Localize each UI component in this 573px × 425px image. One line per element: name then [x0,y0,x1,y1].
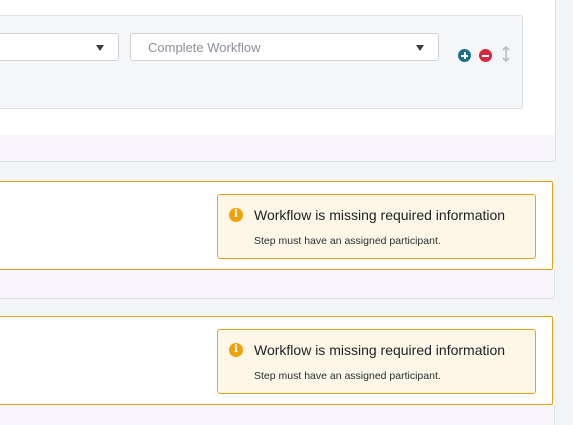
next-step-select[interactable]: Complete Workflow [130,33,439,61]
alert-message: Step must have an assigned participant. [254,235,441,247]
alert-message: Step must have an assigned participant. [254,370,441,382]
alert-title: Workflow is missing required information [254,342,506,358]
chevron-down-icon [416,45,424,51]
next-step-select-value: Complete Workflow [148,40,261,55]
info-icon: i [229,208,243,222]
vertical-resize-icon[interactable] [500,45,512,63]
chevron-down-icon [96,45,104,51]
remove-transition-button[interactable] [479,49,492,62]
validation-alert: i Workflow is missing required informati… [217,329,536,394]
validation-alert: i Workflow is missing required informati… [217,194,536,259]
add-transition-button[interactable] [458,49,471,62]
info-icon: i [229,343,243,357]
step-row-footer [0,405,555,425]
step-row-footer [0,270,555,299]
step-card-footer [0,135,556,162]
condition-select[interactable] [0,33,119,61]
transition-rule-box: Complete Workflow [0,15,523,109]
alert-title: Workflow is missing required information [254,207,506,223]
workflow-step-card: Complete Workflow [0,0,556,137]
